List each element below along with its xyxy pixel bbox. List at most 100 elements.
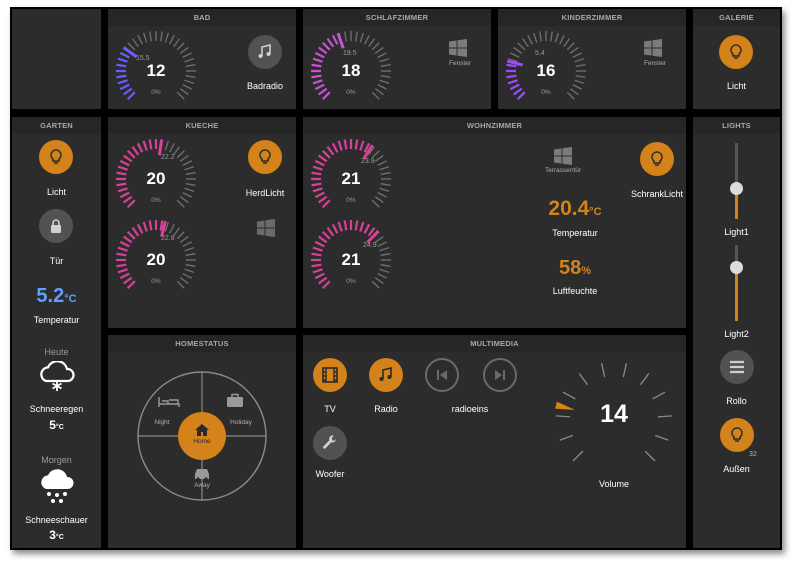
door-button[interactable] — [39, 209, 73, 243]
light2-slider[interactable] — [730, 245, 743, 321]
home-label[interactable]: Home — [182, 438, 222, 445]
humidity-unit: % — [581, 265, 592, 277]
herdlicht-button[interactable] — [248, 140, 282, 174]
gauge-value: 21 — [341, 169, 361, 188]
panel-title: WOHNZIMMER — [303, 117, 686, 134]
volume-tick — [559, 434, 574, 441]
gauge-tick — [359, 221, 365, 232]
volume-tick — [562, 391, 576, 400]
light-button[interactable] — [39, 140, 73, 174]
gauge-tick — [168, 35, 175, 45]
away-label[interactable]: Away — [182, 482, 222, 489]
sleet-icon — [36, 360, 78, 398]
snow-shower-icon — [36, 469, 78, 510]
gauge-tick — [179, 235, 189, 243]
gauge-percent: 0% — [346, 197, 356, 204]
gauge-tick — [164, 32, 170, 43]
gauge-tick — [558, 35, 565, 45]
window-label: Fenster — [643, 60, 667, 67]
forecast-tomorrow-unit: °C — [55, 534, 64, 541]
gauge-tick — [554, 32, 560, 43]
gauge-tick — [326, 226, 335, 237]
schranklicht-label: SchrankLicht — [630, 189, 684, 199]
gauge-tick — [331, 223, 339, 234]
holiday-label[interactable]: Holiday — [221, 419, 261, 426]
tv-label: TV — [324, 404, 336, 414]
gauge-tick — [517, 42, 526, 51]
thermostat-gauge[interactable]: 23.9 21 0% — [309, 137, 393, 221]
gauge-tick — [321, 149, 331, 159]
gauge-tick — [182, 241, 192, 248]
woofer-button[interactable] — [313, 426, 347, 460]
tv-button[interactable] — [313, 358, 347, 392]
slider-fill — [735, 267, 738, 321]
slider-knob[interactable] — [730, 182, 743, 196]
gauge-tick — [344, 31, 347, 42]
suitcase-icon[interactable] — [226, 393, 244, 413]
empty-panel — [12, 9, 101, 109]
gauge-tick — [337, 140, 343, 151]
forecast-today-title: Heute — [44, 347, 69, 357]
menu-icon — [730, 360, 744, 374]
light-button[interactable] — [719, 35, 753, 69]
temperature-number: 5.2 — [36, 285, 65, 307]
slider-knob[interactable] — [730, 261, 743, 275]
volume-tick — [644, 450, 656, 462]
gauge-tick — [354, 139, 359, 150]
gauge-percent: 0% — [346, 89, 356, 96]
panel-bad: BAD 15.5 12 0% Badradio — [108, 9, 296, 109]
gauge-tick — [331, 142, 339, 153]
gauge-tick — [368, 38, 376, 48]
gauge-tick — [374, 46, 384, 54]
thermostat-gauge[interactable]: 22.2 20 0% — [114, 137, 198, 221]
gauge-tick — [136, 223, 144, 234]
temperature-label: Temperatur — [552, 228, 598, 238]
forecast-today-number: 5 — [49, 418, 56, 432]
light2-label: Light2 — [724, 329, 749, 339]
gauge-tick — [572, 52, 582, 59]
temperature-value: 20.4°C — [525, 197, 625, 221]
bulb-icon — [651, 151, 663, 166]
next-button[interactable] — [483, 358, 517, 392]
night-label[interactable]: Night — [142, 419, 182, 426]
gauge-tick — [326, 145, 335, 156]
thermostat-gauge[interactable]: 5.4 16 0% — [504, 29, 588, 109]
bulb-icon — [731, 427, 743, 442]
gauge-tick — [317, 154, 328, 163]
window-icon — [256, 219, 276, 242]
gauge-tick — [176, 231, 185, 240]
thermostat-gauge[interactable]: 15.5 12 0% — [114, 29, 198, 109]
aussen-button[interactable] — [720, 418, 754, 452]
lock-icon — [51, 219, 61, 233]
volume-tick — [601, 363, 606, 378]
forecast-tomorrow-temp: 3°C — [12, 528, 101, 542]
herdlicht-label: HerdLicht — [245, 188, 285, 198]
skip-back-icon — [437, 370, 447, 380]
radio-button[interactable] — [248, 35, 282, 69]
temperature-unit: °C — [589, 206, 602, 218]
gauge-tick — [527, 35, 534, 45]
rollo-button[interactable] — [720, 350, 754, 384]
temperature-unit: °C — [64, 293, 77, 305]
window-icon — [448, 39, 468, 62]
panel-title: LIGHTS — [693, 117, 780, 134]
thermostat-gauge[interactable]: 24.9 21 0% — [309, 218, 393, 302]
gauge-setpoint: 22.2 — [161, 154, 175, 161]
gauge-tick — [131, 145, 140, 156]
bed-icon[interactable] — [158, 395, 180, 413]
panel-lights: LIGHTS Light1 Light2 Rollo 32 Außen — [693, 117, 780, 548]
previous-button[interactable] — [425, 358, 459, 392]
aussen-label: Außen — [723, 464, 750, 474]
light1-slider[interactable] — [730, 143, 743, 219]
gauge-tick — [168, 224, 175, 234]
thermostat-gauge[interactable]: 19.5 18 0% — [309, 29, 393, 109]
volume-tick — [639, 373, 650, 386]
temperature-value: 5.2°C — [12, 285, 101, 308]
gauge-tick — [126, 149, 136, 159]
gauge-tick — [377, 241, 387, 248]
radio-label: Radio — [374, 404, 398, 414]
thermostat-gauge[interactable]: 22.8 20 0% — [114, 218, 198, 302]
gauge-setpoint: 5.4 — [535, 50, 545, 57]
radio-button[interactable] — [369, 358, 403, 392]
schranklicht-button[interactable] — [640, 142, 674, 176]
